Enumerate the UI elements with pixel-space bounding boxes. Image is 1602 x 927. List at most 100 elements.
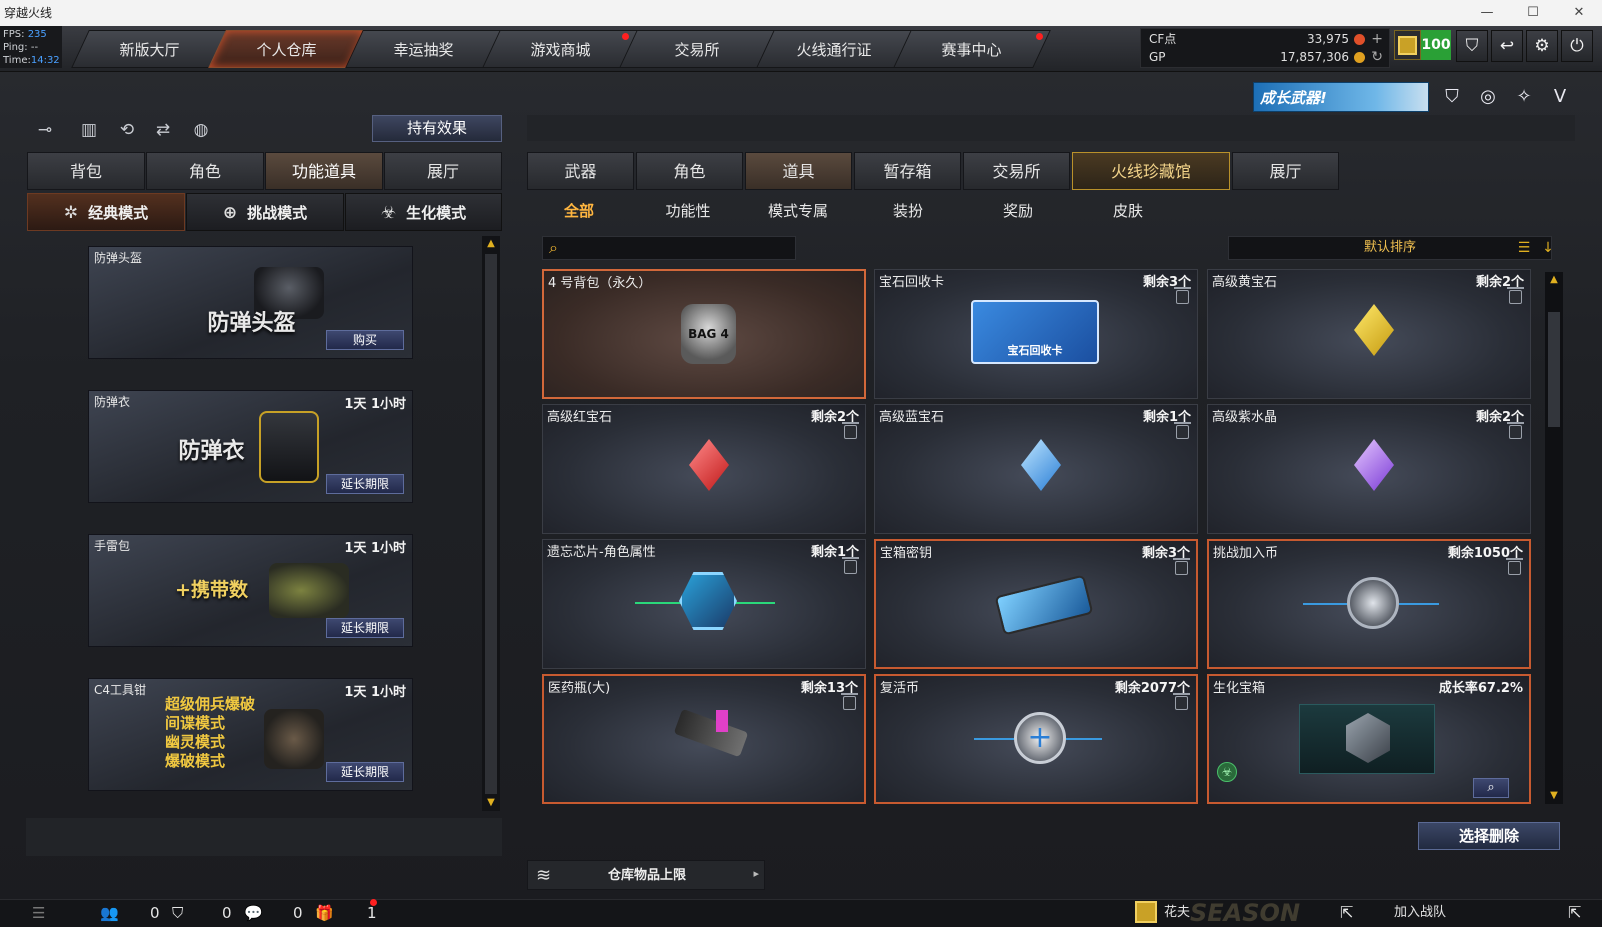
item-card-biochem-chest[interactable]: 生化宝箱 成长率67.2% ☣ ⌕ bbox=[1207, 674, 1531, 804]
return-icon[interactable]: ↩ bbox=[1491, 30, 1523, 62]
storage-limit-bar[interactable]: ≋ 仓库物品上限 ▸ bbox=[527, 860, 765, 890]
nav-tab-game-mall[interactable]: 游戏商城 bbox=[482, 30, 640, 68]
tab-collection-hall[interactable]: 火线珍藏馆 bbox=[1072, 152, 1230, 190]
username[interactable]: 花夫 bbox=[1164, 902, 1190, 924]
badge-icon[interactable]: ⛉ bbox=[1438, 84, 1466, 110]
sort-dropdown[interactable]: 默认排序 bbox=[1228, 236, 1552, 260]
trash-icon[interactable] bbox=[1173, 693, 1190, 710]
buy-button[interactable]: 购买 bbox=[326, 330, 404, 350]
tab-temp-box[interactable]: 暂存箱 bbox=[854, 152, 961, 190]
item-card-helmet[interactable]: 防弹头盔 防弹头盔 购买 bbox=[88, 246, 413, 359]
nav-tab-exchange[interactable]: 交易所 bbox=[619, 30, 777, 68]
trash-icon[interactable] bbox=[1507, 422, 1524, 439]
history-icon[interactable]: ⟲ bbox=[114, 118, 140, 142]
emblem-icon[interactable]: ✧ bbox=[1510, 84, 1538, 110]
extend-button[interactable]: 延长期限 bbox=[326, 762, 404, 782]
mode-classic[interactable]: ✲ 经典模式 bbox=[27, 193, 185, 231]
item-card-revive-coin[interactable]: 复活币 剩余2077个 + bbox=[874, 674, 1198, 804]
tab-items[interactable]: 道具 bbox=[745, 152, 852, 190]
subtab-rewards[interactable]: 奖励 bbox=[968, 199, 1068, 223]
nav-tab-new-lobby[interactable]: 新版大厅 bbox=[71, 30, 229, 68]
item-card-challenge-coin[interactable]: 挑战加入币 剩余1050个 bbox=[1207, 539, 1531, 669]
refresh-icon[interactable]: ↻ bbox=[1371, 48, 1383, 66]
trash-icon[interactable] bbox=[842, 557, 859, 574]
search-input[interactable] bbox=[571, 239, 791, 257]
tab-showroom-right[interactable]: 展厅 bbox=[1232, 152, 1339, 190]
nav-tab-battle-pass[interactable]: 火线通行证 bbox=[756, 30, 914, 68]
minimize-button[interactable]: — bbox=[1464, 0, 1510, 26]
add-cf-icon[interactable]: + bbox=[1371, 30, 1383, 48]
tab-characters[interactable]: 角色 bbox=[636, 152, 743, 190]
scroll-down-icon[interactable]: ▼ bbox=[485, 797, 497, 809]
item-card-grenade-pack[interactable]: 手雷包 1天 1小时 +携带数 延长期限 bbox=[88, 534, 413, 647]
trash-icon[interactable] bbox=[1506, 558, 1523, 575]
join-clan-button[interactable]: 加入战队 bbox=[1375, 901, 1465, 925]
promo-banner[interactable]: 成长武器! bbox=[1253, 82, 1429, 112]
item-card-purple-crystal[interactable]: 高级紫水晶 剩余2个 bbox=[1207, 404, 1531, 534]
external-link-icon[interactable]: ⇱ bbox=[1340, 902, 1353, 924]
owned-effects-button[interactable]: 持有效果 bbox=[372, 115, 502, 142]
transfer-icon[interactable]: ⇄ bbox=[150, 118, 176, 142]
list-view-icon[interactable]: ☰ bbox=[1514, 238, 1534, 258]
nav-tab-tournament[interactable]: 赛事中心 bbox=[893, 30, 1051, 68]
subtab-functional[interactable]: 功能性 bbox=[638, 199, 738, 223]
key-icon[interactable]: ⊸ bbox=[32, 118, 58, 142]
subtab-mode-exclusive[interactable]: 模式专属 bbox=[748, 199, 848, 223]
mode-challenge[interactable]: ⊕ 挑战模式 bbox=[186, 193, 344, 231]
trash-icon[interactable] bbox=[841, 693, 858, 710]
maximize-button[interactable]: ☐ bbox=[1510, 0, 1556, 26]
item-card-c4-pliers[interactable]: C4工具钳 1天 1小时 超级佣兵爆破 间谍模式 幽灵模式 爆破模式 延长期限 bbox=[88, 678, 413, 791]
close-button[interactable]: ✕ bbox=[1556, 0, 1602, 26]
trash-icon[interactable] bbox=[1507, 287, 1524, 304]
select-delete-button[interactable]: 选择删除 bbox=[1418, 822, 1560, 850]
v-emblem-icon[interactable]: V bbox=[1546, 84, 1574, 110]
item-card-forget-chip[interactable]: 遗忘芯片-角色属性 剩余1个 bbox=[542, 539, 866, 669]
mode-biochem[interactable]: ☣ 生化模式 bbox=[345, 193, 502, 231]
left-scrollbar[interactable]: ▲ ▼ bbox=[482, 236, 500, 811]
search-box[interactable]: ⌕ bbox=[542, 236, 796, 260]
tab-functional-items[interactable]: 功能道具 bbox=[265, 152, 383, 190]
clan-icon[interactable]: ⛉ bbox=[172, 902, 183, 924]
nav-tab-lucky-draw[interactable]: 幸运抽奖 bbox=[345, 30, 503, 68]
subtab-dress-up[interactable]: 装扮 bbox=[858, 199, 958, 223]
item-card-vest[interactable]: 防弹衣 1天 1小时 防弹衣 延长期限 bbox=[88, 390, 413, 503]
extend-button[interactable]: 延长期限 bbox=[326, 474, 404, 494]
sort-desc-icon[interactable]: ↓ bbox=[1538, 238, 1558, 258]
bag-icon[interactable]: ◍ bbox=[188, 118, 214, 142]
item-card-backpack4[interactable]: 4 号背包（永久） BAG 4 bbox=[542, 269, 866, 399]
item-card-blue-gem[interactable]: 高级蓝宝石 剩余1个 bbox=[874, 404, 1198, 534]
expand-icon[interactable]: ⇱ bbox=[1568, 902, 1581, 924]
item-card-yellow-gem[interactable]: 高级黄宝石 剩余2个 bbox=[1207, 269, 1531, 399]
globe-icon[interactable]: ◎ bbox=[1474, 84, 1502, 110]
trash-icon[interactable] bbox=[1174, 422, 1191, 439]
tab-backpack[interactable]: 背包 bbox=[27, 152, 145, 190]
tab-showroom[interactable]: 展厅 bbox=[384, 152, 502, 190]
item-card-gem-recycle[interactable]: 宝石回收卡 剩余3个 宝石回收卡 bbox=[874, 269, 1198, 399]
subtab-skins[interactable]: 皮肤 bbox=[1078, 199, 1178, 223]
ranking-icon[interactable]: ▥ bbox=[76, 118, 102, 142]
trash-icon[interactable] bbox=[1174, 287, 1191, 304]
extend-button[interactable]: 延长期限 bbox=[326, 618, 404, 638]
subtab-all[interactable]: 全部 bbox=[529, 199, 629, 223]
tab-character[interactable]: 角色 bbox=[146, 152, 264, 190]
nav-tab-personal-storage[interactable]: 个人仓库 bbox=[208, 30, 366, 68]
preview-button[interactable]: ⌕ bbox=[1473, 778, 1509, 798]
tab-exchange[interactable]: 交易所 bbox=[963, 152, 1070, 190]
tab-weapons[interactable]: 武器 bbox=[527, 152, 634, 190]
item-card-red-gem[interactable]: 高级红宝石 剩余2个 bbox=[542, 404, 866, 534]
trash-icon[interactable] bbox=[842, 422, 859, 439]
trash-icon[interactable] bbox=[1173, 558, 1190, 575]
friends-icon[interactable]: 👥 bbox=[100, 902, 119, 924]
scroll-thumb[interactable] bbox=[485, 254, 497, 794]
item-card-chest-key[interactable]: 宝箱密钥 剩余3个 bbox=[874, 539, 1198, 669]
gear-icon[interactable]: ⚙ bbox=[1526, 30, 1558, 62]
chat-icon[interactable]: 💬 bbox=[244, 902, 263, 924]
item-card-medkit[interactable]: 医药瓶(大) 剩余13个 bbox=[542, 674, 866, 804]
scroll-up-icon[interactable]: ▲ bbox=[1548, 274, 1560, 286]
right-scrollbar[interactable]: ▲ ▼ bbox=[1545, 272, 1563, 804]
scroll-thumb[interactable] bbox=[1548, 312, 1560, 427]
power-icon[interactable]: ⏻ bbox=[1561, 30, 1593, 62]
menu-icon[interactable]: ☰ bbox=[32, 902, 45, 924]
scroll-up-icon[interactable]: ▲ bbox=[485, 238, 497, 250]
gift-icon[interactable]: 🎁 bbox=[315, 902, 334, 924]
